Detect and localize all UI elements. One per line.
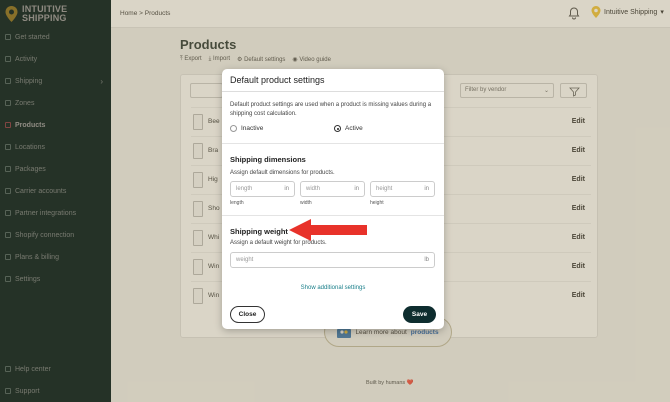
width-field[interactable]: width in [300,181,365,197]
sidebar-backdrop [0,0,111,402]
modal-description: Default product settings are used when a… [230,102,432,117]
inactive-radio[interactable]: Inactive [230,125,263,132]
modal-title: Default product settings [222,69,444,92]
length-field[interactable]: length in [230,181,295,197]
default-settings-modal: Default product settings Default product… [222,69,444,329]
height-label: height [370,200,384,206]
weight-title: Shipping weight [230,227,288,236]
show-additional-settings-link[interactable]: Show additional settings [222,285,444,291]
radio-on-icon [334,125,341,132]
radio-off-icon [230,125,237,132]
close-button[interactable]: Close [230,306,265,323]
divider [222,215,444,216]
save-button[interactable]: Save [403,306,436,323]
length-label: length [230,200,244,206]
weight-field[interactable]: weight lb [230,252,435,268]
dimensions-title: Shipping dimensions [230,155,306,164]
height-field[interactable]: height in [370,181,435,197]
dimensions-description: Assign default dimensions for products. [230,170,335,176]
divider [222,143,444,144]
width-label: width [300,200,312,206]
arrow-left-icon [289,219,367,241]
active-radio[interactable]: Active [334,125,363,132]
